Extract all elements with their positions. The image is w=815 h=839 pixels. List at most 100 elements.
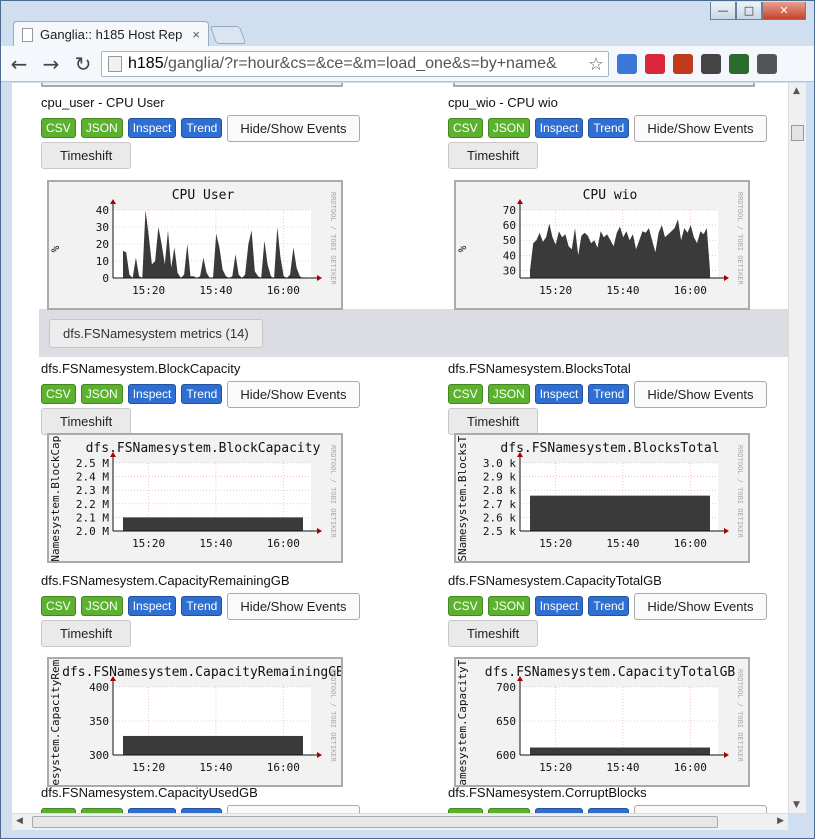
hide-show-events-button[interactable]: Hide/Show Events — [227, 380, 360, 408]
back-icon[interactable]: ← — [5, 52, 33, 76]
inspect-button[interactable]: Inspect — [534, 118, 584, 138]
vertical-scrollbar[interactable]: ▲ ▼ — [788, 83, 806, 813]
hide-show-events-button[interactable]: Hide/Show Events — [634, 114, 767, 142]
metric-cpu_user: cpu_user - CPU User CSV JSON Inspect Trend Hi… — [41, 95, 381, 169]
hide-show-events-button[interactable]: Hide/Show Events — [634, 592, 767, 620]
graph-block_capacity[interactable]: dfs.FSNamesystem.BlockCapacity dfs.FSName… — [47, 433, 343, 563]
y-tick-label: 650 — [496, 715, 516, 728]
series-area — [530, 747, 710, 755]
y-tick-label: 10 — [96, 255, 109, 268]
x-tick-label: 15:40 — [606, 537, 639, 550]
csv-button[interactable]: CSV — [448, 596, 483, 616]
x-axis-arrow — [317, 275, 322, 281]
rrdtool-label: RRDTOOL / TOBI OETIKER — [736, 192, 744, 286]
extension-icon-1[interactable] — [617, 54, 637, 74]
csv-button[interactable]: CSV — [41, 118, 76, 138]
rrdtool-label: RRDTOOL / TOBI OETIKER — [329, 192, 337, 286]
json-button[interactable]: JSON — [487, 118, 530, 138]
metric-actions: CSVJSONInspectTrendHide/Show Events — [41, 592, 381, 620]
csv-button[interactable]: CSV — [41, 596, 76, 616]
hide-show-events-button[interactable]: Hide/Show Events — [227, 114, 360, 142]
graph-ylabel: % — [456, 245, 469, 252]
tab-close-icon[interactable]: × — [192, 27, 200, 42]
metric-title: dfs.FSNamesystem.CapacityTotalGB — [448, 573, 662, 588]
graph-title: dfs.FSNamesystem.CapacityRemainingGB — [62, 665, 341, 680]
timeshift-button[interactable]: Timeshift — [41, 142, 132, 169]
metric-actions: CSVJSONInspectTrendHide/Show Events — [448, 804, 788, 813]
hide-show-events-button[interactable]: Hide/Show Events — [634, 380, 767, 408]
hide-show-events-button[interactable]: Hide/Show Events — [227, 804, 360, 813]
json-button[interactable]: JSON — [80, 596, 123, 616]
new-tab-button[interactable] — [209, 26, 247, 44]
inspect-button[interactable]: Inspect — [127, 596, 177, 616]
extension-icon-2[interactable] — [645, 54, 665, 74]
x-tick-label: 15:40 — [199, 761, 232, 774]
page-info-icon[interactable] — [108, 56, 122, 72]
timeshift-button[interactable]: Timeshift — [448, 142, 539, 169]
scroll-thumb[interactable] — [791, 125, 804, 141]
graph-title: dfs.FSNamesystem.CapacityTotalGB — [485, 665, 736, 680]
bookmark-star-icon[interactable]: ☆ — [588, 54, 604, 75]
json-button[interactable]: JSON — [487, 596, 530, 616]
extension-icon-3[interactable] — [673, 54, 693, 74]
json-button[interactable]: JSON — [487, 384, 530, 404]
csv-button[interactable]: CSV — [448, 118, 483, 138]
graph-title: CPU User — [172, 188, 235, 203]
csv-button[interactable]: CSV — [41, 384, 76, 404]
timeshift-button[interactable]: Timeshift — [448, 408, 539, 435]
timeshift-button[interactable]: Timeshift — [448, 620, 539, 647]
json-button[interactable]: JSON — [80, 384, 123, 404]
address-bar[interactable]: h185/ganglia/?r=hour&cs=&ce=&m=load_one&… — [101, 51, 609, 77]
inspect-button[interactable]: Inspect — [534, 384, 584, 404]
trend-button[interactable]: Trend — [588, 118, 630, 138]
y-tick-label: 2.7 k — [483, 498, 516, 511]
inspect-button[interactable]: Inspect — [127, 384, 177, 404]
hide-show-events-button[interactable]: Hide/Show Events — [634, 804, 767, 813]
graph-blocks_total[interactable]: dfs.FSNamesystem.BlocksTotal dfs.FSNamesy… — [454, 433, 750, 563]
extension-icon-4[interactable] — [701, 54, 721, 74]
timeshift-button[interactable]: Timeshift — [41, 620, 132, 647]
graph-svg: CPU wio% RRDTOOL / TOBI OETIKER 30 40 50 60 70… — [456, 188, 744, 297]
hide-show-events-button[interactable]: Hide/Show Events — [227, 592, 360, 620]
section-toggle-button[interactable]: dfs.FSNamesystem metrics (14) — [49, 319, 263, 348]
metric-actions: CSVJSONInspectTrendHide/Show Events — [448, 592, 788, 620]
scroll-left-icon[interactable]: ◀ — [16, 816, 23, 826]
graph-capacity_total[interactable]: dfs.FSNamesystem.CapacityTotalGB dfs.FSNa… — [454, 657, 750, 787]
graph-svg: dfs.FSNamesystem.BlockCapacity dfs.FSName… — [49, 435, 337, 561]
y-tick-label: 400 — [89, 681, 109, 694]
y-tick-label: 2.5 M — [76, 457, 109, 470]
trend-button[interactable]: Trend — [181, 118, 223, 138]
graph-cpu_user[interactable]: CPU User% RRDTOOL / TOBI OETIKER 0 10 20 30 40… — [47, 180, 343, 310]
trend-button[interactable]: Trend — [181, 596, 223, 616]
scroll-thumb-horizontal[interactable] — [32, 816, 718, 828]
inspect-button[interactable]: Inspect — [534, 596, 584, 616]
horizontal-scrollbar[interactable]: ◀ ▶ — [12, 813, 788, 830]
url-text[interactable]: h185/ganglia/?r=hour&cs=&ce=&m=load_one&… — [128, 55, 588, 73]
trend-button[interactable]: Trend — [588, 384, 630, 404]
trend-button[interactable]: Trend — [181, 384, 223, 404]
csv-button[interactable]: CSV — [448, 384, 483, 404]
extension-icon-6[interactable] — [757, 54, 777, 74]
graph-cpu_wio[interactable]: CPU wio% RRDTOOL / TOBI OETIKER 30 40 50 60 70… — [454, 180, 750, 310]
graph-ylabel: % — [49, 245, 62, 252]
x-axis-arrow — [317, 528, 322, 534]
y-tick-label: 2.5 k — [483, 525, 516, 538]
rrdtool-label: RRDTOOL / TOBI OETIKER — [329, 445, 337, 539]
scroll-up-icon[interactable]: ▲ — [793, 86, 800, 96]
x-tick-label: 15:20 — [539, 537, 572, 550]
trend-button[interactable]: Trend — [588, 596, 630, 616]
graph-capacity_remaining[interactable]: dfs.FSNamesystem.CapacityRemainingGB dfs.… — [47, 657, 343, 787]
reload-icon[interactable]: ↻ — [69, 52, 97, 76]
extension-icon-5[interactable] — [729, 54, 749, 74]
scroll-down-icon[interactable]: ▼ — [793, 800, 800, 810]
x-tick-label: 16:00 — [267, 761, 300, 774]
timeshift-button[interactable]: Timeshift — [41, 408, 132, 435]
forward-icon[interactable]: → — [37, 52, 65, 76]
tab-ganglia[interactable]: Ganglia:: h185 Host Rep × — [13, 21, 209, 47]
scroll-right-icon[interactable]: ▶ — [777, 816, 784, 826]
graph-svg: dfs.FSNamesystem.CapacityRemainingGBdfs.… — [49, 659, 341, 785]
inspect-button[interactable]: Inspect — [127, 118, 177, 138]
json-button[interactable]: JSON — [80, 118, 123, 138]
x-axis-arrow — [724, 275, 729, 281]
metric-title: cpu_user - CPU User — [41, 95, 165, 110]
